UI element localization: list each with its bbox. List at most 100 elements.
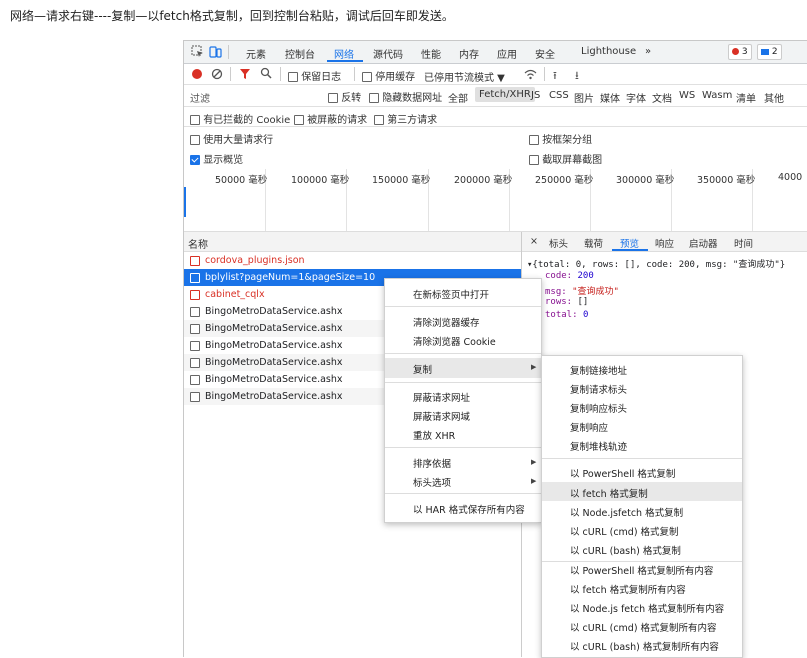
menu-sort-by[interactable]: 排序依据 bbox=[413, 456, 451, 470]
preview-code-line: code: 200 bbox=[545, 271, 594, 281]
tab-response[interactable]: 响应 bbox=[655, 236, 674, 250]
inspect-element-icon[interactable] bbox=[191, 45, 204, 61]
menu-save-har[interactable]: 以 HAR 格式保存所有内容 bbox=[413, 502, 525, 516]
menu-open-in-new-tab[interactable]: 在新标签页中打开 bbox=[413, 287, 489, 301]
settings-row-2: 显示概览 截取屏幕截图 bbox=[184, 148, 807, 168]
copy-all-as-nodejs-fetch[interactable]: 以 Node.js fetch 格式复制所有内容 bbox=[570, 601, 724, 615]
tab-application[interactable]: 应用 bbox=[497, 46, 517, 61]
network-conditions-icon[interactable] bbox=[524, 68, 537, 83]
disable-cache-checkbox[interactable]: 停用缓存 bbox=[362, 68, 415, 83]
copy-stack-trace[interactable]: 复制堆栈轨迹 bbox=[570, 439, 627, 453]
device-toolbar-icon[interactable] bbox=[209, 45, 222, 61]
preview-msg-line: msg: "查询成功" bbox=[545, 287, 619, 297]
filter-options-row: 有已拦截的 Cookie 被屏蔽的请求 第三方请求 bbox=[184, 107, 807, 127]
type-filter-js[interactable]: JS bbox=[531, 90, 540, 101]
type-filter-doc[interactable]: 文档 bbox=[652, 90, 672, 105]
settings-row-1: 使用大量请求行 按框架分组 bbox=[184, 128, 807, 148]
menu-block-domain[interactable]: 屏蔽请求网域 bbox=[413, 409, 470, 423]
throttling-select[interactable]: 已停用节流模式 ▼ bbox=[424, 69, 505, 84]
copy-link-address[interactable]: 复制链接地址 bbox=[570, 363, 627, 377]
copy-all-as-fetch[interactable]: 以 fetch 格式复制所有内容 bbox=[570, 582, 686, 596]
timeline-tick: 150000 毫秒 bbox=[372, 175, 431, 186]
copy-all-as-curl-bash[interactable]: 以 cURL (bash) 格式复制所有内容 bbox=[570, 639, 719, 653]
close-detail-icon[interactable]: × bbox=[530, 236, 538, 247]
tab-lighthouse[interactable]: Lighthouse bbox=[581, 46, 636, 57]
clear-icon[interactable] bbox=[211, 68, 223, 83]
tab-performance[interactable]: 性能 bbox=[421, 46, 441, 61]
type-filter-img[interactable]: 图片 bbox=[574, 90, 594, 105]
tab-elements[interactable]: 元素 bbox=[246, 46, 266, 61]
hide-data-urls-checkbox[interactable]: 隐藏数据网址 bbox=[369, 89, 442, 104]
error-count-badge[interactable]: 3 bbox=[728, 44, 752, 60]
tab-sources[interactable]: 源代码 bbox=[373, 46, 403, 61]
group-by-frame-checkbox[interactable]: 按框架分组 bbox=[529, 131, 592, 146]
record-icon[interactable] bbox=[192, 69, 202, 79]
menu-replay-xhr[interactable]: 重放 XHR bbox=[413, 428, 455, 442]
export-har-icon[interactable]: ⭳ bbox=[575, 67, 579, 86]
menu-copy[interactable]: 复制 ▶ bbox=[385, 358, 541, 378]
timeline-tick: 4000 bbox=[778, 172, 803, 183]
third-party-checkbox[interactable]: 第三方请求 bbox=[374, 111, 437, 126]
tab-memory[interactable]: 内存 bbox=[459, 46, 479, 61]
filter-bar: 过滤 反转 隐藏数据网址 全部 Fetch/XHR JS CSS 图片 媒体 字… bbox=[184, 85, 807, 107]
copy-response[interactable]: 复制响应 bbox=[570, 420, 608, 434]
menu-header-options[interactable]: 标头选项 bbox=[413, 475, 451, 489]
copy-all-as-powershell[interactable]: 以 PowerShell 格式复制所有内容 bbox=[570, 563, 713, 577]
big-request-rows-checkbox[interactable]: 使用大量请求行 bbox=[190, 131, 273, 146]
blocked-requests-checkbox[interactable]: 被屏蔽的请求 bbox=[294, 111, 367, 126]
request-row[interactable]: cordova_plugins.json bbox=[184, 252, 521, 269]
copy-submenu: 复制链接地址 复制请求标头 复制响应标头 复制响应 复制堆栈轨迹 以 Power… bbox=[541, 355, 743, 658]
copy-request-headers[interactable]: 复制请求标头 bbox=[570, 382, 627, 396]
search-icon[interactable] bbox=[260, 67, 272, 82]
timeline-tick: 300000 毫秒 bbox=[616, 175, 675, 186]
type-filter-css[interactable]: CSS bbox=[549, 90, 569, 101]
tab-timing[interactable]: 时间 bbox=[734, 236, 753, 250]
type-filter-fetch-xhr[interactable]: Fetch/XHR bbox=[475, 87, 535, 102]
copy-as-curl-bash[interactable]: 以 cURL (bash) 格式复制 bbox=[570, 543, 681, 557]
blocked-cookies-checkbox[interactable]: 有已拦截的 Cookie bbox=[190, 111, 290, 126]
filter-input[interactable]: 过滤 bbox=[190, 90, 210, 105]
type-filter-other[interactable]: 其他 bbox=[764, 90, 784, 105]
tab-network[interactable]: 网络 bbox=[334, 46, 354, 61]
timeline-tick: 200000 毫秒 bbox=[454, 175, 513, 186]
capture-screenshots-checkbox[interactable]: 截取屏幕截图 bbox=[529, 151, 602, 166]
tab-initiator[interactable]: 启动器 bbox=[689, 236, 718, 250]
error-icon bbox=[732, 48, 739, 55]
instruction-caption: 网络—请求右键----复制—以fetch格式复制，回到控制台粘贴，调试后回车即发… bbox=[10, 9, 454, 23]
preserve-log-checkbox[interactable]: 保留日志 bbox=[288, 68, 341, 83]
message-count-badge[interactable]: 2 bbox=[757, 44, 782, 60]
tab-security[interactable]: 安全 bbox=[535, 46, 555, 61]
more-tabs-button[interactable]: » bbox=[645, 46, 651, 57]
name-column-header[interactable]: 名称 bbox=[188, 236, 208, 251]
filter-icon[interactable] bbox=[239, 68, 251, 83]
menu-block-url[interactable]: 屏蔽请求网址 bbox=[413, 390, 470, 404]
message-icon bbox=[761, 48, 769, 55]
tab-console[interactable]: 控制台 bbox=[285, 46, 315, 61]
tab-preview[interactable]: 预览 bbox=[620, 236, 639, 250]
type-filter-all[interactable]: 全部 bbox=[448, 90, 468, 105]
menu-clear-cookies[interactable]: 清除浏览器 Cookie bbox=[413, 334, 496, 348]
tab-headers[interactable]: 标头 bbox=[549, 236, 568, 250]
request-list-header: 名称 bbox=[184, 232, 521, 252]
timeline-tick: 50000 毫秒 bbox=[215, 175, 268, 186]
type-filter-manifest[interactable]: 清单 bbox=[736, 90, 756, 105]
menu-clear-cache[interactable]: 清除浏览器缓存 bbox=[413, 315, 480, 329]
type-filter-wasm[interactable]: Wasm bbox=[702, 90, 732, 101]
copy-as-curl-cmd[interactable]: 以 cURL (cmd) 格式复制 bbox=[570, 524, 679, 538]
type-filter-font[interactable]: 字体 bbox=[626, 90, 646, 105]
preview-summary[interactable]: ▾{total: 0, rows: [], code: 200, msg: "查… bbox=[527, 257, 785, 270]
copy-as-powershell[interactable]: 以 PowerShell 格式复制 bbox=[570, 466, 675, 480]
copy-all-as-curl-cmd[interactable]: 以 cURL (cmd) 格式复制所有内容 bbox=[570, 620, 717, 634]
type-filter-media[interactable]: 媒体 bbox=[600, 90, 620, 105]
copy-response-headers[interactable]: 复制响应标头 bbox=[570, 401, 627, 415]
copy-as-nodejs-fetch[interactable]: 以 Node.jsfetch 格式复制 bbox=[570, 505, 683, 519]
timeline-overview[interactable]: 50000 毫秒 100000 毫秒 150000 毫秒 200000 毫秒 2… bbox=[184, 169, 807, 232]
show-overview-checkbox[interactable]: 显示概览 bbox=[190, 151, 243, 166]
active-tab-indicator bbox=[327, 60, 363, 62]
detail-tabs: × 标头 载荷 预览 响应 启动器 时间 bbox=[522, 232, 807, 252]
copy-as-fetch[interactable]: 以 fetch 格式复制 bbox=[542, 482, 742, 501]
tab-payload[interactable]: 载荷 bbox=[584, 236, 603, 250]
import-har-icon[interactable]: ⭱ bbox=[553, 67, 557, 86]
type-filter-ws[interactable]: WS bbox=[679, 90, 695, 101]
invert-checkbox[interactable]: 反转 bbox=[328, 89, 361, 104]
